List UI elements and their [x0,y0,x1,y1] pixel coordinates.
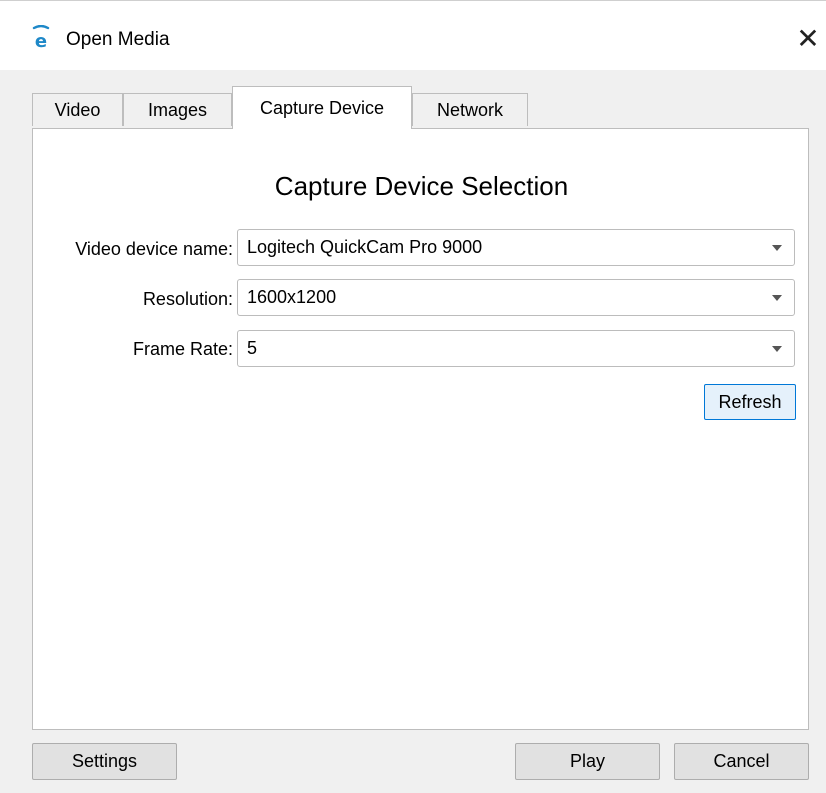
window-title: Open Media [66,29,170,50]
capture-device-panel: Capture Device Selection Video device na… [32,128,809,730]
play-button[interactable]: Play [515,743,660,780]
tab-images[interactable]: Images [123,93,232,126]
refresh-button[interactable]: Refresh [704,384,796,420]
app-logo-icon: e [30,24,52,52]
settings-button[interactable]: Settings [32,743,177,780]
tab-capture-device[interactable]: Capture Device [232,86,412,129]
svg-text:e: e [35,31,47,49]
dialog-body: Video Images Capture Device Network Capt… [0,70,826,793]
tab-video[interactable]: Video [32,93,123,126]
panel-heading: Capture Device Selection [274,171,569,201]
title-bar: e Open Media ✕ [0,0,826,70]
cancel-button[interactable]: Cancel [674,743,809,780]
chevron-down-icon [772,245,782,251]
frame-rate-label: Frame Rate: [132,339,233,359]
video-device-label: Video device name: [75,239,233,259]
resolution-select[interactable]: 1600x1200 [237,279,795,316]
close-icon[interactable]: ✕ [790,19,826,59]
frame-rate-select[interactable]: 5 [237,330,795,367]
resolution-value: 1600x1200 [247,287,337,307]
chevron-down-icon [772,295,782,301]
video-device-select[interactable]: Logitech QuickCam Pro 9000 [237,229,795,266]
video-device-value: Logitech QuickCam Pro 9000 [247,237,483,257]
tab-network[interactable]: Network [412,93,528,126]
frame-rate-value: 5 [247,338,258,358]
chevron-down-icon [772,346,782,352]
resolution-label: Resolution: [142,289,233,309]
